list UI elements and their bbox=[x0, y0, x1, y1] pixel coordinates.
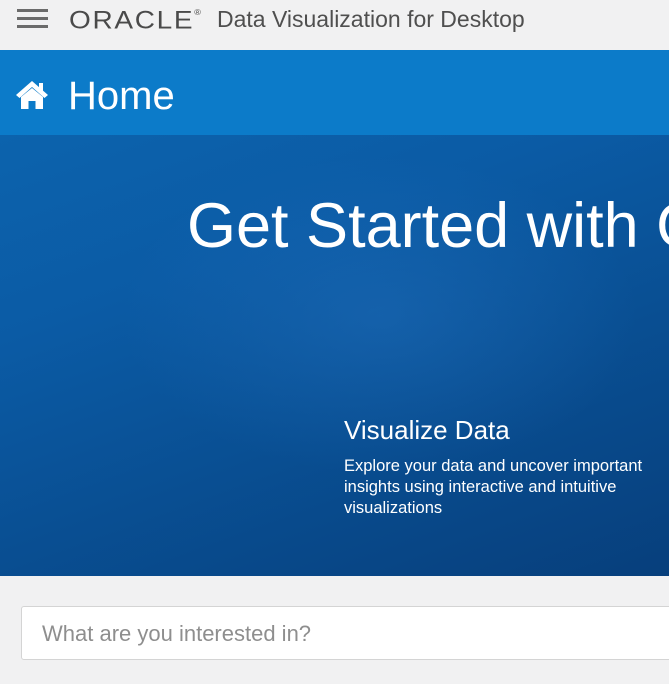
menu-line bbox=[17, 9, 48, 12]
search-input[interactable] bbox=[40, 607, 664, 661]
top-bar: ORACLE® Data Visualization for Desktop bbox=[0, 0, 669, 50]
search-box bbox=[21, 606, 669, 661]
menu-line bbox=[17, 17, 48, 20]
hamburger-menu-icon[interactable] bbox=[17, 9, 48, 28]
registered-mark: ® bbox=[194, 8, 201, 17]
menu-line bbox=[17, 25, 48, 28]
feature-title: Visualize Data bbox=[344, 415, 510, 445]
banner-title: Get Started with Oracle bbox=[187, 193, 669, 259]
home-icon[interactable] bbox=[15, 80, 49, 110]
oracle-logo: ORACLE® bbox=[69, 2, 201, 35]
feature-description: Explore your data and uncover important … bbox=[344, 457, 643, 517]
page-title: Home bbox=[68, 74, 175, 118]
logo-text: ORACLE bbox=[69, 6, 195, 35]
app-title: Data Visualization for Desktop bbox=[217, 6, 525, 32]
